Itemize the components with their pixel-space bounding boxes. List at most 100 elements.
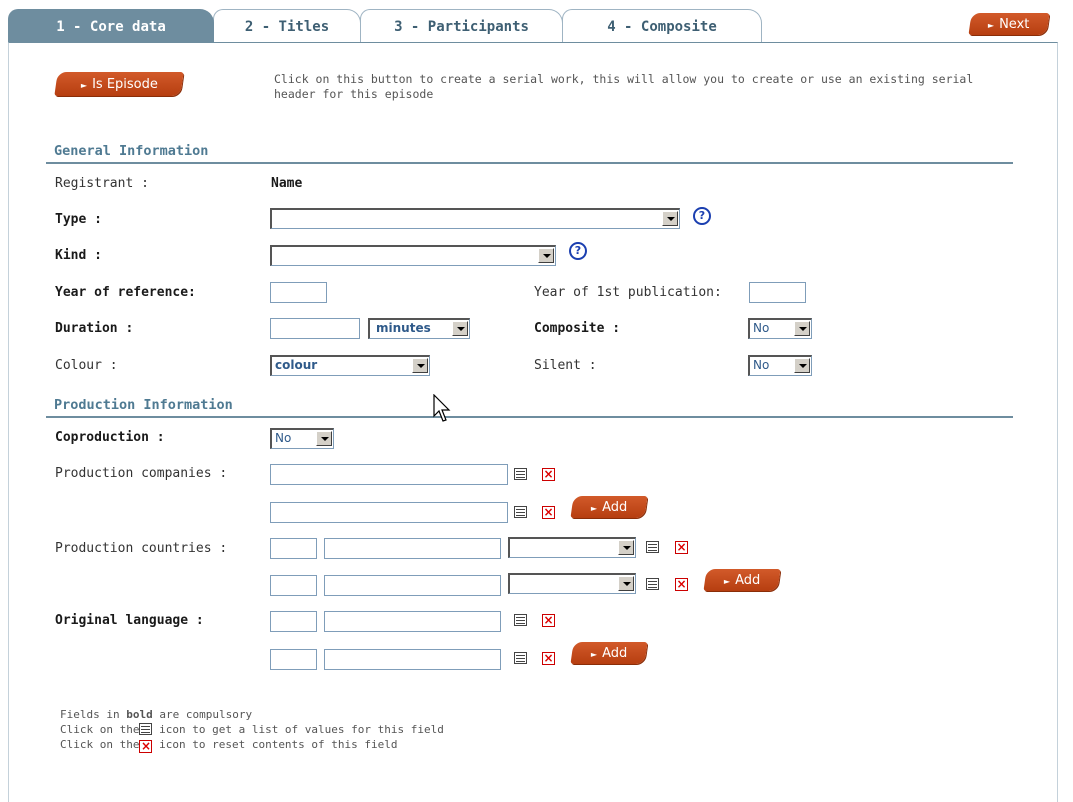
footer-reset-note: Click on the× icon to reset contents of … bbox=[60, 737, 444, 753]
production-company-input-2[interactable] bbox=[270, 502, 508, 523]
list-values-icon[interactable] bbox=[514, 468, 527, 480]
footer-bold-note: Fields in bold are compulsory bbox=[60, 707, 444, 722]
list-values-icon[interactable] bbox=[514, 506, 527, 518]
language-code-input-2[interactable] bbox=[270, 649, 317, 670]
list-values-icon bbox=[139, 723, 153, 735]
duration-unit-select[interactable]: minutes bbox=[368, 318, 470, 339]
original-language-label: Original language : bbox=[55, 613, 204, 628]
general-info-title: General Information bbox=[54, 143, 209, 159]
is-episode-button-label: Is Episode bbox=[91, 76, 158, 92]
colour-label: Colour : bbox=[55, 358, 118, 373]
footer-text: icon to reset contents of this field bbox=[152, 738, 398, 751]
year-first-publication-input[interactable] bbox=[749, 282, 806, 303]
add-button-label: Add bbox=[601, 645, 628, 661]
add-button-label: Add bbox=[601, 499, 628, 515]
language-code-input-1[interactable] bbox=[270, 611, 317, 632]
language-name-input-1[interactable] bbox=[324, 611, 501, 632]
chevron-down-icon[interactable] bbox=[662, 211, 678, 226]
composite-select[interactable]: No bbox=[748, 318, 812, 339]
footer-notes: Fields in bold are compulsory Click on t… bbox=[60, 707, 444, 753]
general-info-divider bbox=[46, 162, 1013, 164]
duration-unit-value: minutes bbox=[376, 321, 431, 335]
country-name-input-1[interactable] bbox=[324, 538, 501, 559]
list-values-icon[interactable] bbox=[514, 614, 527, 626]
colour-select-value: colour bbox=[275, 358, 318, 372]
reset-field-icon[interactable]: × bbox=[542, 614, 555, 627]
country-select-2[interactable] bbox=[508, 573, 636, 594]
footer-text: Click on the bbox=[60, 738, 140, 751]
add-country-button[interactable]: ► Add bbox=[703, 569, 781, 591]
registrant-label: Registrant : bbox=[55, 176, 149, 191]
tab-participants[interactable]: 3 - Participants bbox=[360, 9, 563, 43]
chevron-down-icon[interactable] bbox=[794, 358, 810, 373]
add-button-label: Add bbox=[734, 572, 761, 588]
footer-text: Fields in bbox=[60, 708, 127, 721]
chevron-down-icon[interactable] bbox=[412, 358, 428, 373]
composite-label: Composite : bbox=[534, 321, 621, 336]
mouse-cursor-icon bbox=[433, 394, 451, 422]
country-code-input-2[interactable] bbox=[270, 575, 317, 596]
footer-text: icon to get a list of values for this fi… bbox=[152, 723, 444, 736]
language-name-input-2[interactable] bbox=[324, 649, 501, 670]
list-values-icon[interactable] bbox=[646, 541, 659, 553]
kind-select[interactable] bbox=[270, 245, 556, 266]
production-countries-label: Production countries : bbox=[55, 541, 228, 556]
type-help-icon[interactable]: ? bbox=[693, 207, 711, 225]
next-button-label: Next bbox=[999, 16, 1030, 32]
reset-field-icon[interactable]: × bbox=[675, 578, 688, 591]
tab-composite[interactable]: 4 - Composite bbox=[562, 9, 762, 43]
chevron-down-icon[interactable] bbox=[538, 248, 554, 263]
kind-help-icon[interactable]: ? bbox=[569, 242, 587, 260]
silent-label: Silent : bbox=[534, 358, 597, 373]
chevron-down-icon[interactable] bbox=[618, 576, 634, 591]
year-of-reference-input[interactable] bbox=[270, 282, 327, 303]
add-language-button[interactable]: ► Add bbox=[570, 642, 648, 664]
registrant-value: Name bbox=[271, 176, 303, 191]
footer-text: are compulsory bbox=[152, 708, 253, 721]
kind-label: Kind : bbox=[55, 248, 102, 263]
country-code-input-1[interactable] bbox=[270, 538, 317, 559]
reset-field-icon: × bbox=[139, 739, 153, 753]
tab-core-data[interactable]: 1 - Core data bbox=[8, 9, 214, 43]
composite-select-value: No bbox=[753, 321, 770, 335]
silent-select-value: No bbox=[753, 358, 770, 372]
reset-field-icon[interactable]: × bbox=[675, 541, 688, 554]
country-select-1[interactable] bbox=[508, 537, 636, 558]
type-select[interactable] bbox=[270, 208, 680, 229]
tab-bar: 4 - Composite 3 - Participants 2 - Title… bbox=[8, 9, 1058, 43]
play-arrow-icon: ► bbox=[723, 576, 730, 586]
chevron-down-icon[interactable] bbox=[618, 540, 634, 555]
footer-list-note: Click on the icon to get a list of value… bbox=[60, 722, 444, 737]
tab-titles[interactable]: 2 - Titles bbox=[213, 9, 361, 43]
duration-label: Duration : bbox=[55, 321, 134, 336]
colour-select[interactable]: colour bbox=[270, 355, 430, 376]
reset-field-icon[interactable]: × bbox=[542, 506, 555, 519]
list-values-icon[interactable] bbox=[646, 578, 659, 590]
reset-field-icon[interactable]: × bbox=[542, 652, 555, 665]
episode-hint: Click on this button to create a serial … bbox=[274, 72, 974, 101]
country-name-input-2[interactable] bbox=[324, 575, 501, 596]
chevron-down-icon[interactable] bbox=[452, 321, 468, 336]
coproduction-select[interactable]: No bbox=[270, 428, 334, 449]
chevron-down-icon[interactable] bbox=[316, 431, 332, 446]
year-first-publication-label: Year of 1st publication: bbox=[534, 285, 722, 300]
play-arrow-icon: ► bbox=[590, 649, 597, 659]
production-company-input-1[interactable] bbox=[270, 464, 508, 485]
is-episode-button[interactable]: ► Is Episode bbox=[54, 72, 184, 96]
coproduction-label: Coproduction : bbox=[55, 430, 165, 445]
year-of-reference-label: Year of reference: bbox=[55, 285, 196, 300]
silent-select[interactable]: No bbox=[748, 355, 812, 376]
duration-input[interactable] bbox=[270, 318, 360, 339]
add-company-button[interactable]: ► Add bbox=[570, 496, 648, 518]
play-arrow-icon: ► bbox=[590, 503, 597, 513]
type-label: Type : bbox=[55, 212, 102, 227]
footer-text: Click on the bbox=[60, 723, 140, 736]
list-values-icon[interactable] bbox=[514, 652, 527, 664]
footer-bold-word: bold bbox=[126, 708, 153, 721]
next-button[interactable]: ► Next bbox=[968, 13, 1050, 35]
reset-field-icon[interactable]: × bbox=[542, 468, 555, 481]
play-arrow-icon: ► bbox=[80, 80, 87, 90]
chevron-down-icon[interactable] bbox=[794, 321, 810, 336]
coproduction-select-value: No bbox=[275, 431, 292, 445]
production-companies-label: Production companies : bbox=[55, 466, 228, 481]
